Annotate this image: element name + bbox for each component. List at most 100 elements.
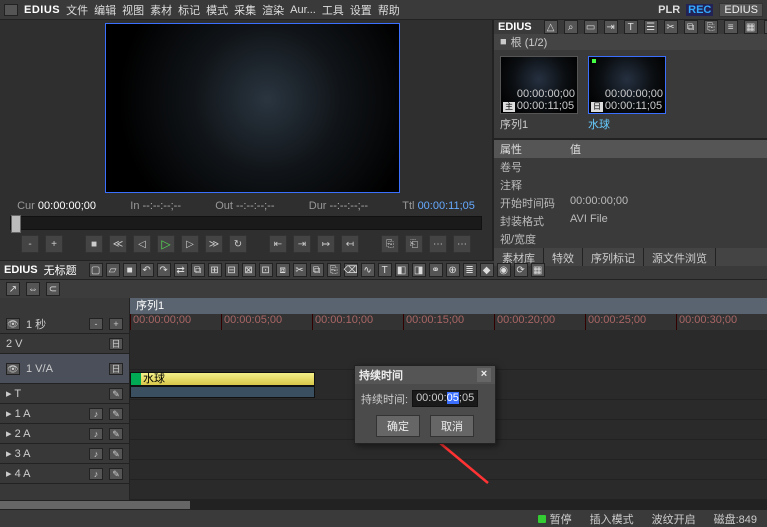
tl-tool-7-icon[interactable]: ⊞ bbox=[208, 263, 222, 277]
tl-tool-cut-icon[interactable]: ✂ bbox=[293, 263, 307, 277]
tl-tool-ripple-icon[interactable]: ∿ bbox=[361, 263, 375, 277]
track-3a[interactable] bbox=[130, 460, 767, 480]
tl-tool-link-icon[interactable]: ⚭ bbox=[429, 263, 443, 277]
rec-label[interactable]: REC bbox=[686, 4, 713, 16]
tl-tool-save-icon[interactable]: ■ bbox=[123, 263, 137, 277]
tl-tool-10-icon[interactable]: ⊡ bbox=[259, 263, 273, 277]
pencil-icon[interactable]: ✎ bbox=[109, 468, 123, 480]
menu-view[interactable]: 视图 bbox=[122, 2, 144, 18]
bin-tool-1-icon[interactable]: △ bbox=[544, 20, 558, 34]
btn-overwrite-icon[interactable]: ⎗ bbox=[405, 235, 423, 253]
btn-fastfwd-icon[interactable]: ≫ bbox=[205, 235, 223, 253]
tl-tool-8-icon[interactable]: ⊟ bbox=[225, 263, 239, 277]
pencil-icon[interactable]: ✎ bbox=[109, 388, 123, 400]
track-head-1va[interactable]: 👁1 V/A日 bbox=[0, 354, 129, 384]
status-ripple[interactable]: 波纹开启 bbox=[652, 511, 696, 527]
btn-rate-plus-icon[interactable]: + bbox=[45, 235, 63, 253]
tl-tool-redo-icon[interactable]: ↷ bbox=[157, 263, 171, 277]
tl-mode-snap-icon[interactable]: ⊂ bbox=[46, 282, 60, 296]
status-insert-mode[interactable]: 插入模式 bbox=[590, 511, 634, 527]
tl-tool-11-icon[interactable]: ⧈ bbox=[276, 263, 290, 277]
ttl-timecode[interactable]: 00:00:11;05 bbox=[418, 200, 475, 212]
bin-tool-copy-icon[interactable]: ⧉ bbox=[684, 20, 698, 34]
clip-edge-icon[interactable] bbox=[131, 373, 141, 385]
tl-tool-marker-icon[interactable]: ◆ bbox=[480, 263, 494, 277]
bin-tool-2-icon[interactable]: ⌕ bbox=[564, 20, 578, 34]
menu-file[interactable]: 文件 bbox=[66, 2, 88, 18]
zoom-in-icon[interactable]: + bbox=[109, 318, 123, 330]
bin-breadcrumb[interactable]: ■ 根 (1/2) bbox=[494, 34, 767, 50]
bin-thumb-1[interactable]: 日 00:00:00;0000:00:11;05 水球 bbox=[588, 56, 666, 132]
track-head-2v[interactable]: 2 V日 bbox=[0, 334, 129, 354]
btn-insert-icon[interactable]: ⎘ bbox=[381, 235, 399, 253]
menu-settings[interactable]: 设置 bbox=[350, 2, 372, 18]
btn-loop-icon[interactable]: ↻ bbox=[229, 235, 247, 253]
menu-edit[interactable]: 编辑 bbox=[94, 2, 116, 18]
menu-aur[interactable]: Aur... bbox=[290, 4, 316, 16]
edius-button[interactable]: EDIUS bbox=[719, 3, 763, 17]
track-head-2a[interactable]: ▸ 2 A♪✎ bbox=[0, 424, 129, 444]
pencil-icon[interactable]: ✎ bbox=[109, 448, 123, 460]
btn-next-frame-icon[interactable]: ▷ bbox=[181, 235, 199, 253]
btn-prev-frame-icon[interactable]: ◁ bbox=[133, 235, 151, 253]
menu-tools[interactable]: 工具 bbox=[322, 2, 344, 18]
tl-tool-title-icon[interactable]: T bbox=[378, 263, 392, 277]
track-type-icon[interactable]: 日 bbox=[109, 363, 123, 375]
menu-capture[interactable]: 采集 bbox=[234, 2, 256, 18]
btn-goto-in-icon[interactable]: ↦ bbox=[317, 235, 335, 253]
bin-tool-folder-icon[interactable]: ▭ bbox=[584, 20, 598, 34]
tl-tool-open-icon[interactable]: ▱ bbox=[106, 263, 120, 277]
bin-tool-paste-icon[interactable]: ⎘ bbox=[704, 20, 718, 34]
bin-tool-layers-icon[interactable]: ☰ bbox=[644, 20, 658, 34]
sequence-tab[interactable]: 序列1 bbox=[130, 298, 767, 314]
timeline-ruler[interactable]: 00:00:00;00 00:00:05;00 00:00:10;00 00:0… bbox=[130, 314, 767, 330]
menu-render[interactable]: 渲染 bbox=[262, 2, 284, 18]
btn-stop-icon[interactable]: ■ bbox=[85, 235, 103, 253]
tl-tool-mode-icon[interactable]: ≣ bbox=[463, 263, 477, 277]
tab-source-browser[interactable]: 源文件浏览 bbox=[644, 248, 716, 266]
bin-tool-in-icon[interactable]: ⇥ bbox=[604, 20, 618, 34]
tl-mode-normal-icon[interactable]: ↗ bbox=[6, 282, 20, 296]
close-icon[interactable]: × bbox=[477, 368, 491, 382]
ok-button[interactable]: 确定 bbox=[376, 415, 420, 437]
tl-tool-fade-icon[interactable]: ◨ bbox=[412, 263, 426, 277]
tab-effects[interactable]: 特效 bbox=[544, 248, 583, 266]
in-timecode[interactable]: --:--:--;-- bbox=[143, 200, 181, 212]
btn-rewind-icon[interactable]: ≪ bbox=[109, 235, 127, 253]
dialog-titlebar[interactable]: 持续时间 × bbox=[355, 366, 495, 384]
tab-markers[interactable]: 序列标记 bbox=[583, 248, 644, 266]
track-head-4a[interactable]: ▸ 4 A♪✎ bbox=[0, 464, 129, 484]
tl-tool-color-icon[interactable]: ◉ bbox=[497, 263, 511, 277]
tl-mode-trim-icon[interactable]: ⇔ bbox=[26, 282, 40, 296]
btn-rate-minus-icon[interactable]: - bbox=[21, 235, 39, 253]
speaker-icon[interactable]: ♪ bbox=[89, 428, 103, 440]
menu-marker[interactable]: 标记 bbox=[178, 2, 200, 18]
track-type-icon[interactable]: 日 bbox=[109, 338, 123, 350]
tl-tool-copy-icon[interactable]: ⧉ bbox=[310, 263, 324, 277]
out-timecode[interactable]: --:--:--;-- bbox=[236, 200, 274, 212]
bin-thumb-0[interactable]: 主 00:00:00;0000:00:11;05 序列1 bbox=[500, 56, 578, 132]
pencil-icon[interactable]: ✎ bbox=[109, 428, 123, 440]
dur-timecode[interactable]: --:--:--;-- bbox=[330, 200, 368, 212]
zoom-out-icon[interactable]: - bbox=[89, 318, 103, 330]
btn-goto-out-icon[interactable]: ↤ bbox=[341, 235, 359, 253]
bin-tool-props-icon[interactable]: ≡ bbox=[724, 20, 738, 34]
menu-help[interactable]: 帮助 bbox=[378, 2, 400, 18]
menu-clip[interactable]: 素材 bbox=[150, 2, 172, 18]
timeline-clip[interactable]: 水球 bbox=[130, 372, 315, 386]
scrub-head[interactable] bbox=[11, 215, 21, 233]
scrub-bar[interactable] bbox=[10, 216, 482, 230]
track-4a[interactable] bbox=[130, 480, 767, 500]
btn-extra2-icon[interactable]: ⋯ bbox=[453, 235, 471, 253]
menu-mode[interactable]: 模式 bbox=[206, 2, 228, 18]
tl-tool-9-icon[interactable]: ⊠ bbox=[242, 263, 256, 277]
cancel-button[interactable]: 取消 bbox=[430, 415, 474, 437]
tl-tool-delete-icon[interactable]: ⌫ bbox=[344, 263, 358, 277]
scroll-thumb[interactable] bbox=[0, 501, 190, 509]
preview-viewport[interactable] bbox=[105, 23, 400, 193]
bin-tool-down-icon[interactable]: ▾ bbox=[764, 20, 767, 34]
eye-icon[interactable]: 👁 bbox=[6, 318, 20, 330]
btn-set-in-icon[interactable]: ⇤ bbox=[269, 235, 287, 253]
tl-tool-group-icon[interactable]: ⊕ bbox=[446, 263, 460, 277]
tl-tool-layout-icon[interactable]: ▦ bbox=[531, 263, 545, 277]
